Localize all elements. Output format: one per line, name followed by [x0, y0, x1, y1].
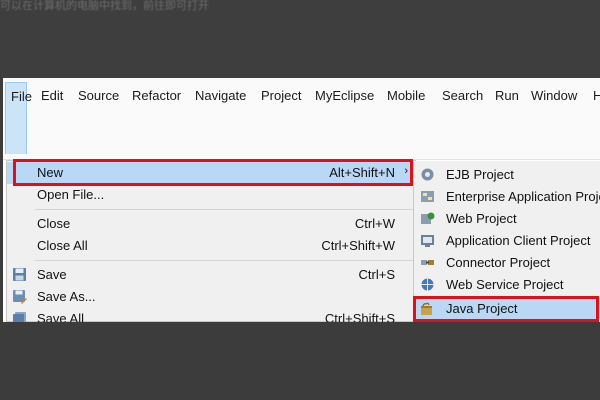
submenu-item-ejb-project[interactable]: EJB Project [414, 163, 600, 185]
submenu-item-web-service-project[interactable]: Web Service Project [414, 273, 600, 295]
menu-item-label: Save As... [37, 289, 96, 304]
menu-item-close-all[interactable]: Close All Ctrl+Shift+W [7, 235, 415, 257]
enterprise-project-icon [421, 191, 434, 202]
menu-item-close[interactable]: Close Ctrl+W [7, 213, 415, 235]
submenu-item-label: Application Client Project [446, 233, 591, 248]
menu-item-label: Close All [37, 238, 88, 253]
menu-item-label: Save [37, 267, 67, 282]
menu-item-label: Open File... [37, 187, 105, 202]
highlight-box-java-project [413, 296, 599, 322]
menu-item-shortcut: Ctrl+W [354, 216, 395, 231]
submenu-item-label: Enterprise Application Project [446, 189, 600, 204]
menu-divider [35, 260, 413, 261]
submenu-item-label: Web Service Project [446, 277, 564, 292]
submenu-item-label: EJB Project [446, 167, 514, 182]
menu-window[interactable]: Window [531, 88, 577, 103]
menubar: File Edit Source Refactor Navigate Proje… [3, 78, 600, 160]
web-project-icon [421, 212, 435, 224]
submenu-item-label: Web Project [446, 211, 517, 226]
menu-item-label: Save All [37, 311, 84, 322]
submenu-item-web-project[interactable]: Web Project [414, 207, 600, 229]
menu-refactor[interactable]: Refactor [132, 88, 181, 103]
menu-source[interactable]: Source [78, 88, 119, 103]
menu-run[interactable]: Run [495, 88, 519, 103]
menu-item-shortcut: Ctrl+Shift+S [324, 311, 395, 322]
menu-divider [35, 209, 413, 210]
submenu-item-label: Connector Project [446, 255, 551, 270]
menu-search[interactable]: Search [442, 88, 483, 103]
menu-help[interactable]: H [593, 88, 600, 103]
background-caption: 可以在计算机的电脑中找到，前往即可打开 [0, 0, 209, 12]
submenu-item-connector-project[interactable]: Connector Project [414, 251, 600, 273]
menu-item-save-all[interactable]: Save All Ctrl+Shift+S [7, 308, 415, 322]
submenu-item-application-client-project[interactable]: Application Client Project [414, 229, 600, 251]
menu-navigate[interactable]: Navigate [195, 88, 246, 103]
menu-item-open-file[interactable]: Open File... [7, 184, 415, 206]
application-client-icon [421, 235, 434, 247]
menu-file[interactable]: File [5, 82, 32, 154]
connector-project-icon [421, 260, 434, 265]
menu-item-label: Close [37, 216, 71, 231]
menu-myeclipse[interactable]: MyEclipse [315, 88, 374, 103]
background-strip: 可以在计算机的电脑中找到，前往即可打开 [0, 0, 600, 78]
menu-edit[interactable]: Edit [41, 88, 63, 103]
menu-project[interactable]: Project [261, 88, 301, 103]
submenu-item-enterprise-application-project[interactable]: Enterprise Application Project [414, 185, 600, 207]
save-all-icon [13, 312, 26, 322]
menu-item-shortcut: Ctrl+S [358, 267, 395, 282]
menu-mobile[interactable]: Mobile [387, 88, 425, 103]
web-service-project-icon [421, 278, 434, 291]
save-as-icon [13, 290, 27, 304]
menu-item-shortcut: Ctrl+Shift+W [321, 238, 395, 253]
highlight-box-new [13, 159, 413, 186]
menu-item-save-as[interactable]: Save As... [7, 286, 415, 308]
save-icon [13, 268, 26, 281]
menu-item-save[interactable]: Save Ctrl+S [7, 264, 415, 286]
ejb-project-icon [421, 168, 434, 181]
